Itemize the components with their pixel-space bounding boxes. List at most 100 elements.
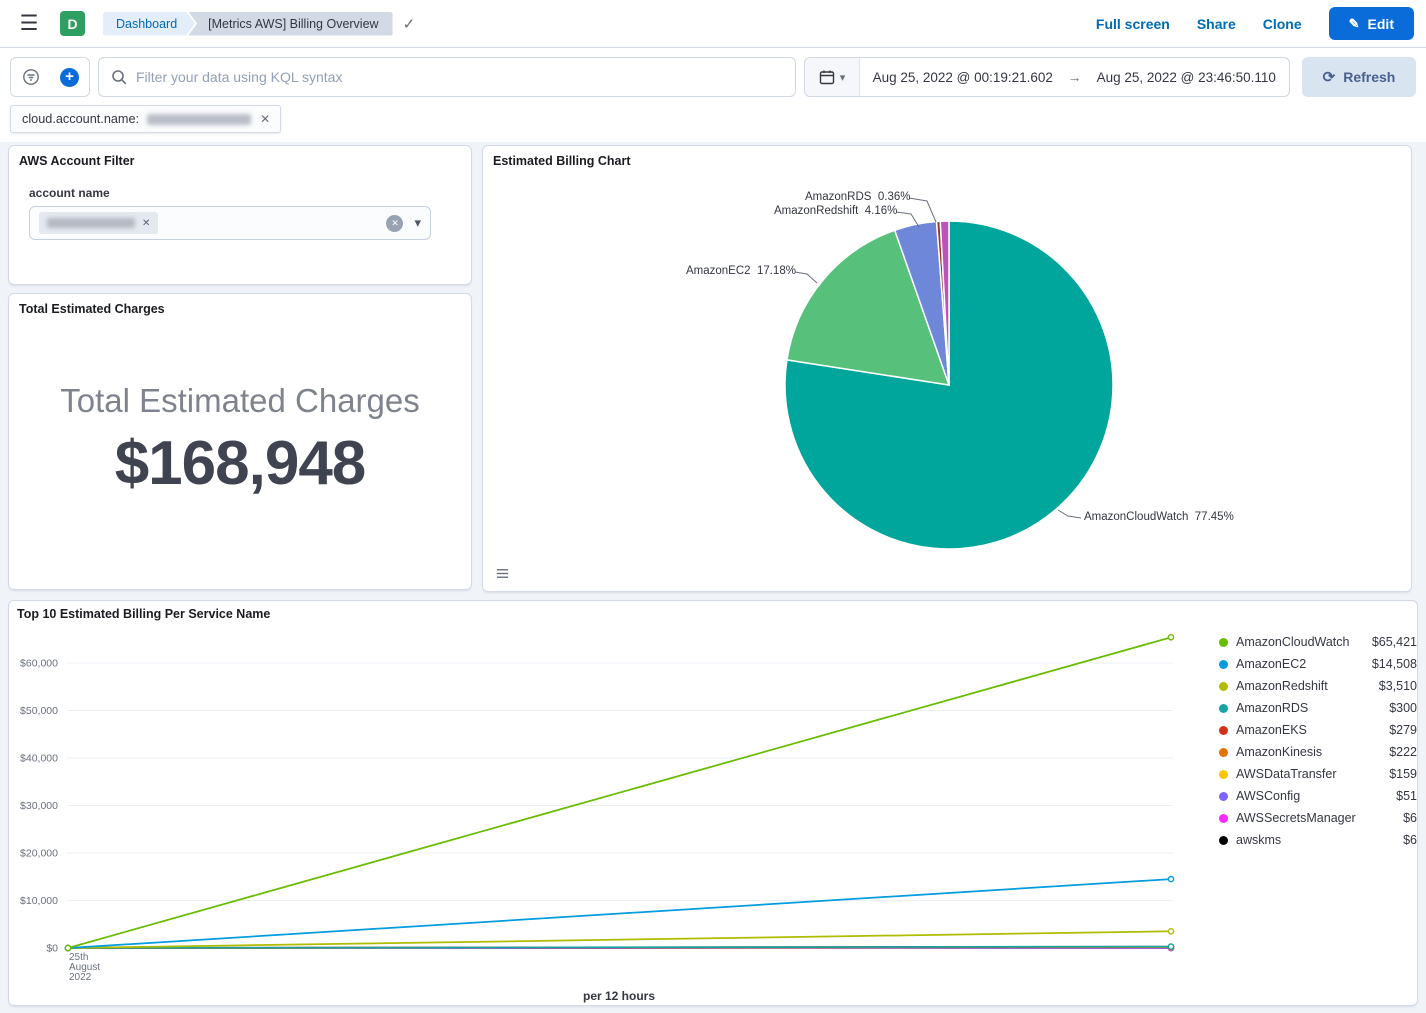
plus-icon: + [60,68,79,87]
refresh-button[interactable]: ⟳ Refresh [1302,57,1416,97]
query-bar: + ▾ Aug 25, 2022 @ 00:19:21.60 [0,48,1426,97]
remove-account-tag-icon[interactable]: ✕ [142,218,150,229]
date-range-picker: ▾ Aug 25, 2022 @ 00:19:21.602 → Aug 25, … [804,57,1290,97]
redacted-account-value [47,218,135,228]
total-charges-block: Total Estimated Charges $168,948 [9,382,471,499]
x-axis-tick: 25th August 2022 [69,953,100,983]
legend-value: $51 [1396,789,1417,803]
y-axis-tick: $10,000 [20,895,58,907]
legend-item-AmazonRedshift[interactable]: AmazonRedshift$3,510 [1219,675,1417,697]
legend-item-AmazonEKS[interactable]: AmazonEKS$279 [1219,719,1417,741]
gridlines [67,663,1173,948]
full-screen-button[interactable]: Full screen [1096,16,1170,32]
breadcrumb-current-dashboard: [Metrics AWS] Billing Overview [188,12,392,36]
date-quick-menu-button[interactable]: ▾ [805,58,860,96]
pie-label-amazoncloudwatch: AmazonCloudWatch 77.45% [1084,511,1234,523]
query-section: + ▾ Aug 25, 2022 @ 00:19:21.60 [0,48,1426,142]
panel-estimated-billing-chart: Estimated Billing Chart AmazonRDS 0.36% … [482,145,1412,592]
header-bar: ☰ D Dashboard [Metrics AWS] Billing Over… [0,0,1426,48]
legend-item-AWSConfig[interactable]: AWSConfig$51 [1219,785,1417,807]
kql-search-input[interactable] [136,69,783,85]
combobox-chevron-down-icon[interactable]: ▾ [414,215,421,231]
legend-color-dot [1219,726,1228,735]
account-name-label: account name [29,186,451,200]
legend-value: $222 [1389,745,1417,759]
legend-color-dot [1219,682,1228,691]
legend-color-dot [1219,836,1228,845]
remove-filter-icon[interactable]: ✕ [259,112,271,126]
legend-item-AWSSecretsManager[interactable]: AWSSecretsManager$6 [1219,807,1417,829]
date-range-start[interactable]: Aug 25, 2022 @ 00:19:21.602 [860,70,1066,85]
space-avatar[interactable]: D [60,11,85,36]
y-axis-tick: $40,000 [20,753,58,765]
kibana-dashboard-app: ☰ D Dashboard [Metrics AWS] Billing Over… [0,0,1426,1013]
pencil-icon: ✎ [1349,16,1360,32]
legend-label: AmazonRDS [1236,701,1308,715]
legend-label: AmazonKinesis [1236,745,1322,759]
selected-account-tag: ✕ [39,212,158,234]
legend-color-dot [1219,660,1228,669]
add-filter-button[interactable]: + [50,58,89,96]
legend-color-dot [1219,704,1228,713]
data-point-AmazonRedshift [1168,929,1173,934]
pie-label-amazonec2: AmazonEC2 17.18% [686,265,796,277]
saved-query-menu-button[interactable] [11,58,50,96]
legend-item-AWSDataTransfer[interactable]: AWSDataTransfer$159 [1219,763,1417,785]
data-point-AmazonEC2 [1168,877,1173,882]
billing-pie-chart[interactable] [483,146,1411,590]
legend-label: AmazonCloudWatch [1236,635,1349,649]
x-tick-line-3: 2022 [69,973,100,983]
header-actions: Full screen Share Clone ✎ Edit [1096,7,1414,40]
header-left: ☰ D Dashboard [Metrics AWS] Billing Over… [12,7,415,41]
data-point-AmazonCloudWatch [65,945,70,950]
legend-value: $65,421 [1372,635,1417,649]
total-charges-value: $168,948 [9,428,471,499]
billing-line-chart[interactable]: $0$10,000$20,000$30,000$40,000$50,000$60… [9,601,1217,1001]
legend-label: awskms [1236,833,1281,847]
legend-value: $6 [1403,833,1417,847]
menu-button[interactable]: ☰ [12,7,46,41]
line-series-AmazonCloudWatch [68,637,1171,948]
breadcrumb-dashboard[interactable]: Dashboard [103,12,195,36]
line-series-AmazonRedshift [68,931,1171,948]
legend-item-AmazonCloudWatch[interactable]: AmazonCloudWatch $65,421 [1219,631,1417,653]
panel-total-estimated-charges: Total Estimated Charges Total Estimated … [8,293,472,590]
legend-color-dot [1219,770,1228,779]
legend-toggle-button[interactable] [491,562,513,584]
legend-color-dot [1219,792,1228,801]
data-point-AmazonCloudWatch [1168,635,1173,640]
legend-item-awskms[interactable]: awskms $6 [1219,829,1417,851]
account-name-combobox[interactable]: ✕ ✕ ▾ [29,206,431,240]
filter-pill-cloud-account-name[interactable]: cloud.account.name: ✕ [10,105,281,133]
panel-title: Top 10 Estimated Billing Per Service Nam… [17,607,270,621]
y-axis-tick: $50,000 [20,705,58,717]
y-axis-tick: $0 [46,943,58,955]
filter-icon [22,68,40,86]
calendar-icon [819,69,835,85]
legend-item-AmazonRDS[interactable]: AmazonRDS $300 [1219,697,1417,719]
date-range-end[interactable]: Aug 25, 2022 @ 23:46:50.110 [1084,70,1290,85]
legend-item-AmazonKinesis[interactable]: AmazonKinesis $222 [1219,741,1417,763]
edit-button[interactable]: ✎ Edit [1329,7,1414,40]
legend-value: $300 [1389,701,1417,715]
panel-title: Total Estimated Charges [19,302,461,316]
y-axis-tick: $20,000 [20,848,58,860]
total-charges-label: Total Estimated Charges [9,382,471,420]
legend-color-dot [1219,814,1228,823]
legend-item-AmazonEC2[interactable]: AmazonEC2$14,508 [1219,653,1417,675]
edit-button-label: Edit [1368,16,1394,32]
legend-color-dot [1219,748,1228,757]
legend-value: $159 [1389,767,1417,781]
redacted-filter-value [147,114,251,125]
legend-color-dot [1219,638,1228,647]
breadcrumb: Dashboard [Metrics AWS] Billing Overview [103,12,393,36]
legend-label: AWSSecretsManager [1236,811,1356,825]
legend-value: $279 [1389,723,1417,737]
clear-selection-icon[interactable]: ✕ [386,215,403,232]
share-button[interactable]: Share [1197,16,1236,32]
y-axis-tick: $30,000 [20,800,58,812]
legend-list-icon [495,566,510,581]
refresh-icon: ⟳ [1323,68,1336,86]
clone-button[interactable]: Clone [1263,16,1302,32]
legend-label: AmazonRedshift [1236,679,1328,693]
